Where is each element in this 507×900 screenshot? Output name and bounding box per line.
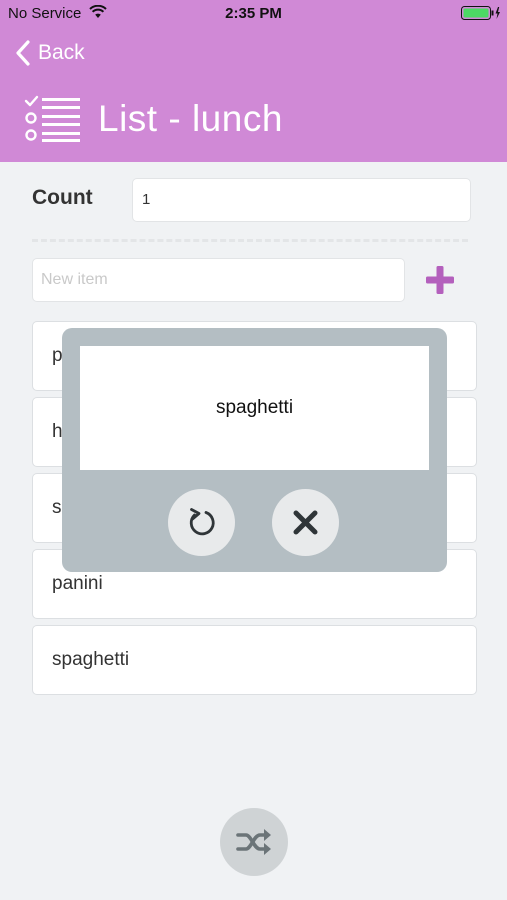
battery-icon <box>461 6 500 20</box>
random-pick-modal: spaghetti <box>62 328 447 572</box>
count-label: Count <box>32 186 93 209</box>
count-input[interactable]: 1 <box>132 178 471 222</box>
checklist-icon <box>24 95 80 142</box>
retry-button[interactable] <box>168 489 235 556</box>
list-item[interactable]: spaghetti <box>32 625 477 695</box>
plus-icon[interactable] <box>422 262 458 298</box>
chevron-left-icon <box>16 40 30 66</box>
refresh-icon <box>189 508 215 536</box>
close-button[interactable] <box>272 489 339 556</box>
shuffle-icon <box>236 829 271 855</box>
close-icon <box>293 510 318 535</box>
new-item-input[interactable] <box>32 258 405 302</box>
shuffle-button[interactable] <box>220 808 288 876</box>
modal-result-text: spaghetti <box>80 346 429 470</box>
back-label: Back <box>38 41 85 64</box>
clock: 2:35 PM <box>225 5 282 22</box>
title-row: List - lunch <box>24 94 283 144</box>
page-title: List - lunch <box>98 98 283 139</box>
status-bar: No Service 2:35 PM <box>0 0 507 28</box>
back-button[interactable]: Back <box>14 38 85 68</box>
dashed-divider <box>32 239 468 242</box>
header: No Service 2:35 PM Back List - lunch <box>0 0 507 162</box>
